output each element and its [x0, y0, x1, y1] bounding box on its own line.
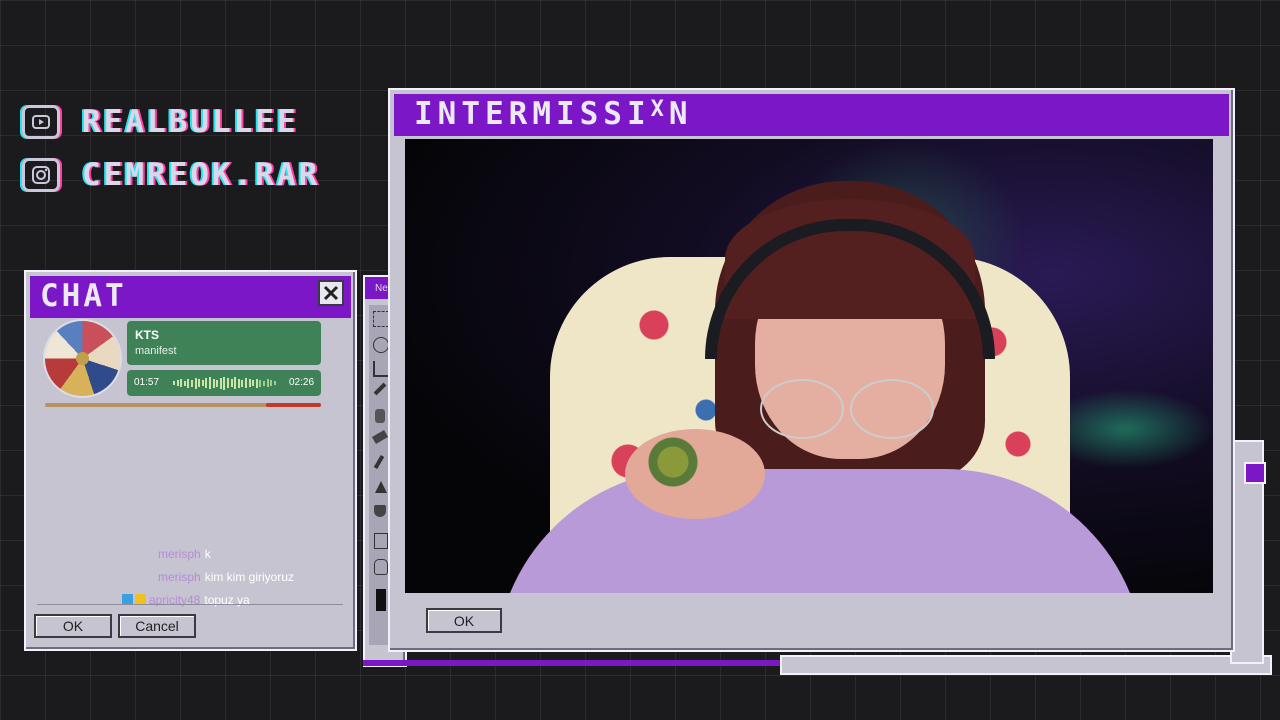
waveform-bar	[259, 379, 262, 387]
waveform-bar	[205, 378, 208, 388]
waveform-bar	[201, 380, 204, 386]
song-track: manifest	[135, 345, 177, 357]
hand-icon[interactable]	[374, 559, 388, 575]
close-icon	[323, 285, 339, 301]
social-youtube: REALBULLEE	[22, 104, 299, 140]
waveform-bar	[266, 379, 269, 387]
chat-username: merisph	[158, 547, 201, 561]
song-player-bar: 01:57 02:26	[127, 370, 321, 396]
intermission-title: INTERMISSIXN	[414, 96, 693, 132]
youtube-icon	[22, 105, 60, 139]
person-shoulder	[625, 429, 765, 519]
close-button[interactable]	[318, 280, 344, 306]
paint-window-bottom-bar	[363, 660, 783, 666]
waveform-bar	[230, 379, 233, 387]
song-elapsed: 01:57	[134, 377, 160, 388]
ok-button[interactable]: OK	[34, 614, 112, 638]
intermission-title-glyph: X	[650, 97, 669, 122]
cancel-button[interactable]: Cancel	[118, 614, 196, 638]
waveform-bar	[191, 379, 193, 387]
chat-text: k	[204, 547, 211, 561]
brush-icon[interactable]	[375, 409, 385, 423]
crop-icon[interactable]	[373, 361, 389, 377]
chat-message: merisph k	[158, 547, 211, 561]
song-progress-track[interactable]	[45, 403, 321, 407]
waveform-bar	[241, 379, 244, 387]
chat-text: kim kim giriyoruz	[204, 570, 295, 584]
waveform-bar	[255, 378, 258, 388]
pencil-icon[interactable]	[373, 382, 387, 396]
intermission-ok-button[interactable]: OK	[426, 608, 502, 633]
waveform-bar	[180, 379, 183, 387]
instagram-icon	[22, 158, 60, 192]
pointer-icon[interactable]	[375, 481, 387, 493]
waveform-bar	[273, 381, 276, 385]
fill-icon[interactable]	[374, 505, 386, 517]
waveform-bar	[248, 379, 251, 387]
waveform-bar	[223, 376, 226, 390]
waveform-bar	[173, 381, 175, 385]
glasses-left	[760, 379, 844, 439]
chat-username: merisph	[158, 570, 201, 584]
eraser-icon[interactable]	[371, 430, 389, 444]
song-progress-fill	[45, 403, 266, 407]
waveform-bar	[198, 379, 201, 387]
song-duration: 02:26	[289, 377, 315, 388]
chat-divider	[37, 604, 343, 605]
waveform-bar	[252, 380, 255, 386]
song-waveform	[173, 375, 277, 391]
waveform-bar	[183, 380, 186, 386]
waveform-bar	[263, 380, 265, 386]
song-card: KTS manifest	[127, 321, 321, 365]
glasses-right	[850, 379, 934, 439]
youtube-handle: REALBULLEE	[82, 104, 299, 140]
waveform-bar	[234, 377, 237, 389]
waveform-bar	[270, 380, 273, 386]
waveform-bar	[237, 378, 240, 388]
waveform-bar	[219, 377, 222, 389]
album-art	[45, 321, 120, 396]
waveform-bar	[227, 378, 229, 388]
stacked-window-close[interactable]	[1244, 462, 1266, 484]
waveform-bar	[187, 378, 190, 388]
song-artist: KTS	[135, 328, 159, 342]
intermission-title-main: INTERMISSI	[414, 96, 651, 132]
waveform-bar	[194, 377, 197, 389]
waveform-bar	[212, 378, 215, 388]
waveform-bar	[216, 379, 219, 387]
intermission-title-tail: N	[668, 96, 693, 132]
waveform-bar	[245, 378, 247, 388]
waveform-bar	[209, 377, 211, 389]
select-icon[interactable]	[373, 311, 389, 327]
instagram-handle: CEMREOK.RAR	[82, 157, 321, 193]
social-instagram: CEMREOK.RAR	[22, 157, 320, 193]
webcam-feed	[405, 139, 1213, 593]
waveform-bar	[176, 380, 179, 386]
chat-title: CHAT	[40, 278, 127, 314]
song-progress-remaining	[265, 403, 321, 407]
stacked-window-back-1	[780, 655, 1272, 675]
dropper-icon[interactable]	[373, 454, 385, 470]
chat-message: merisph kim kim giriyoruz	[158, 570, 294, 584]
text-icon[interactable]	[374, 533, 388, 549]
color-swatch[interactable]	[376, 589, 386, 611]
paint-window-title: Ne	[375, 283, 388, 294]
lasso-icon[interactable]	[373, 337, 389, 353]
